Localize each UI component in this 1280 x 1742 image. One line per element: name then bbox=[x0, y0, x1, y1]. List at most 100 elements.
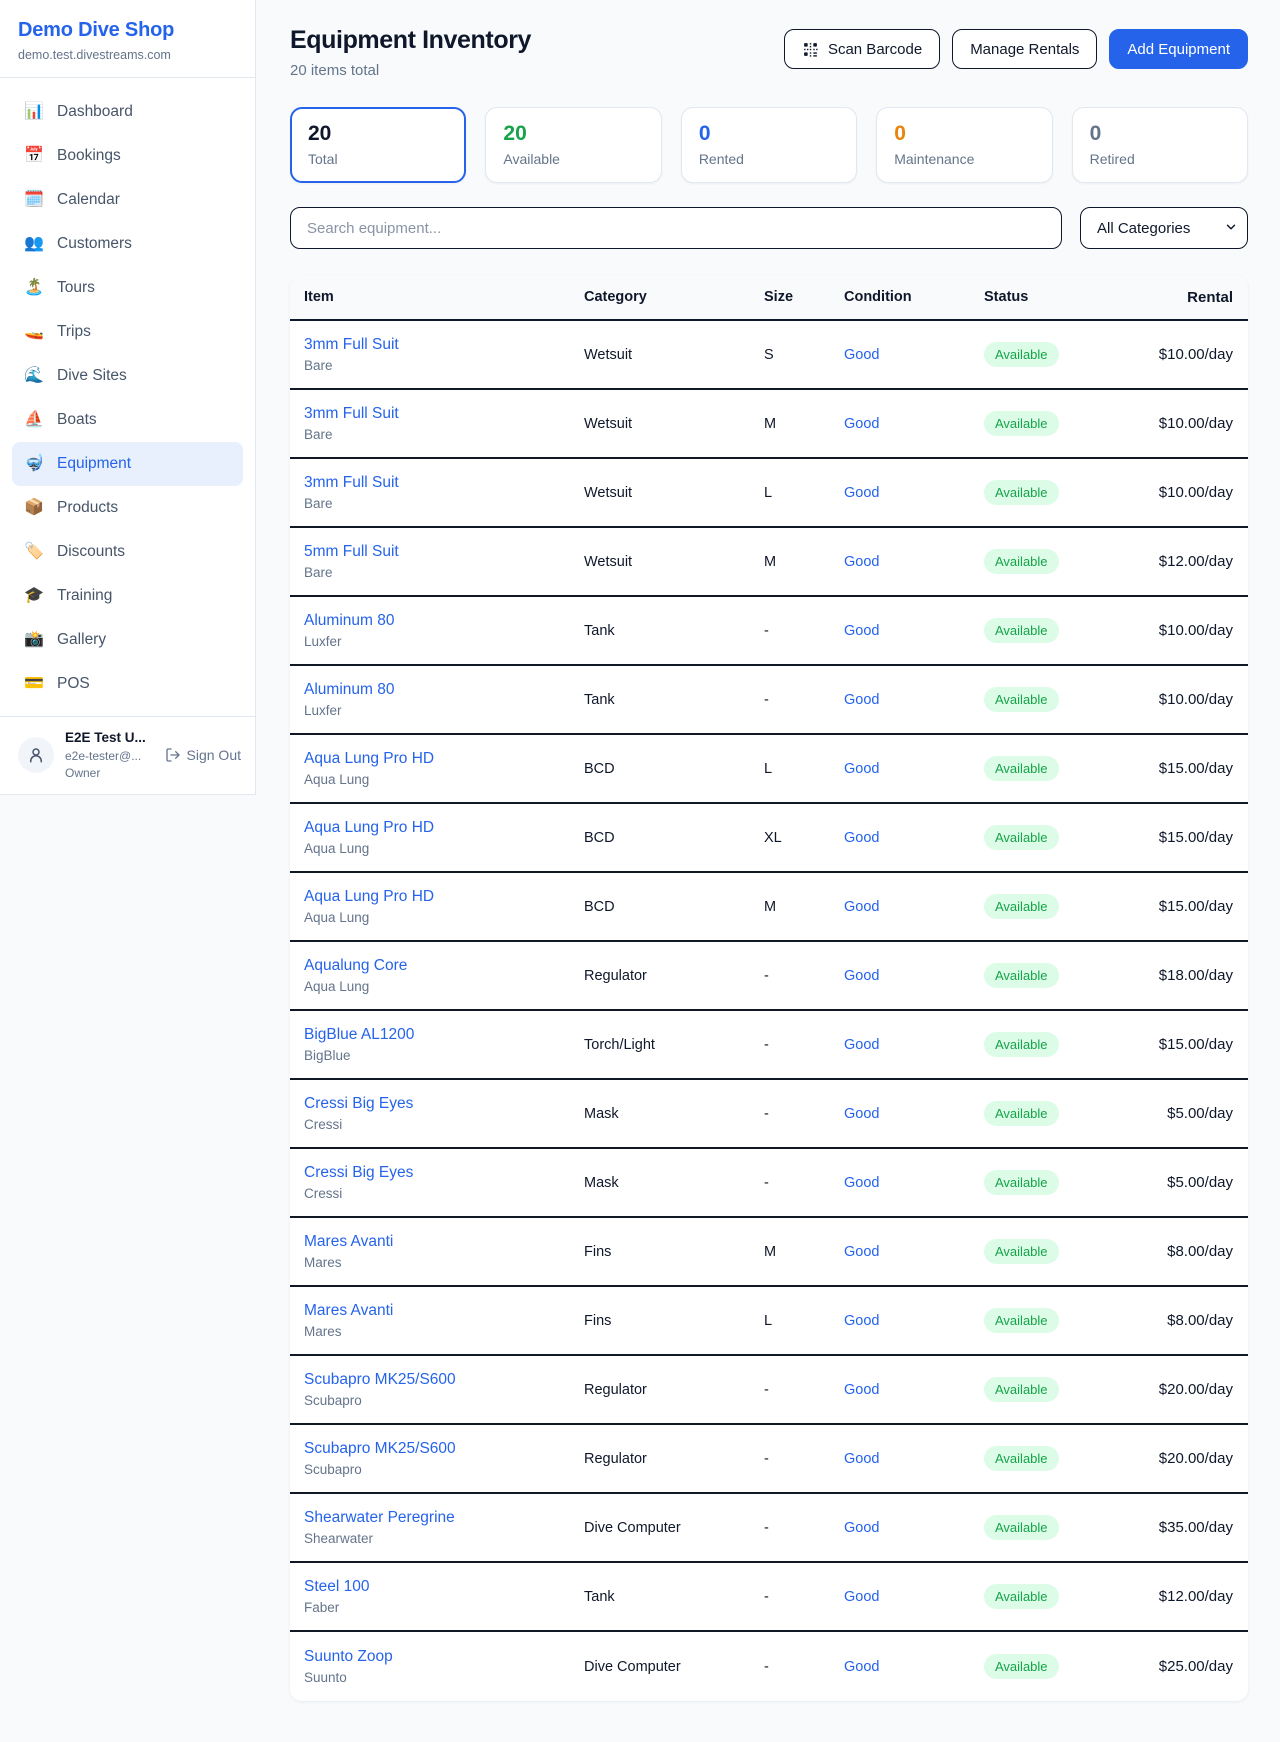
table-row: Shearwater Peregrine Shearwater Dive Com… bbox=[290, 1494, 1248, 1563]
item-name-link[interactable]: 3mm Full Suit bbox=[304, 474, 584, 492]
condition-link[interactable]: Good bbox=[844, 1451, 879, 1467]
sidebar-item-customers[interactable]: 👥 Customers bbox=[12, 222, 243, 266]
item-brand: BigBlue bbox=[304, 1048, 584, 1063]
status-badge: Available bbox=[984, 1032, 1059, 1057]
status-badge: Available bbox=[984, 342, 1059, 367]
item-name-link[interactable]: Shearwater Peregrine bbox=[304, 1509, 584, 1527]
sign-out-button[interactable]: Sign Out bbox=[165, 747, 241, 763]
table-row: 3mm Full Suit Bare Wetsuit S Good Availa… bbox=[290, 321, 1248, 390]
condition-link[interactable]: Good bbox=[844, 1659, 879, 1675]
item-brand: Cressi bbox=[304, 1117, 584, 1132]
status-badge: Available bbox=[984, 1170, 1059, 1195]
item-name-link[interactable]: Cressi Big Eyes bbox=[304, 1095, 584, 1113]
sidebar-item-products[interactable]: 📦 Products bbox=[12, 486, 243, 530]
item-name-link[interactable]: Aluminum 80 bbox=[304, 612, 584, 630]
condition-link[interactable]: Good bbox=[844, 830, 879, 846]
logout-icon bbox=[165, 747, 181, 763]
sidebar-item-equipment[interactable]: 🤿 Equipment bbox=[12, 442, 243, 486]
condition-link[interactable]: Good bbox=[844, 1520, 879, 1536]
sidebar-item-trips[interactable]: 🚤 Trips bbox=[12, 310, 243, 354]
add-equipment-button[interactable]: Add Equipment bbox=[1109, 29, 1248, 69]
item-category: Dive Computer bbox=[584, 1659, 764, 1675]
rental-price: $8.00/day bbox=[1139, 1243, 1233, 1260]
sidebar: Demo Dive Shop demo.test.divestreams.com… bbox=[0, 0, 256, 795]
sidebar-item-training[interactable]: 🎓 Training bbox=[12, 574, 243, 618]
condition-link[interactable]: Good bbox=[844, 623, 879, 639]
condition-link[interactable]: Good bbox=[844, 1175, 879, 1191]
scan-barcode-button[interactable]: Scan Barcode bbox=[784, 29, 940, 69]
condition-link[interactable]: Good bbox=[844, 968, 879, 984]
status-badge: Available bbox=[984, 1654, 1059, 1679]
equipment-table: Item Category Size Condition Status Rent… bbox=[290, 275, 1248, 1701]
item-name-link[interactable]: Steel 100 bbox=[304, 1578, 584, 1596]
item-name-link[interactable]: 3mm Full Suit bbox=[304, 405, 584, 423]
item-size: - bbox=[764, 1106, 844, 1122]
stat-card-total[interactable]: 20 Total bbox=[290, 107, 466, 183]
condition-link[interactable]: Good bbox=[844, 761, 879, 777]
item-name-link[interactable]: BigBlue AL1200 bbox=[304, 1026, 584, 1044]
item-name-link[interactable]: Aqua Lung Pro HD bbox=[304, 888, 584, 906]
col-header-condition: Condition bbox=[844, 289, 984, 305]
tours-icon: 🏝️ bbox=[24, 280, 44, 296]
stat-card-retired[interactable]: 0 Retired bbox=[1072, 107, 1248, 183]
condition-link[interactable]: Good bbox=[844, 1382, 879, 1398]
manage-rentals-button[interactable]: Manage Rentals bbox=[952, 29, 1097, 69]
rental-price: $15.00/day bbox=[1139, 1036, 1233, 1053]
condition-link[interactable]: Good bbox=[844, 692, 879, 708]
item-name-link[interactable]: Suunto Zoop bbox=[304, 1648, 584, 1666]
sidebar-item-tours[interactable]: 🏝️ Tours bbox=[12, 266, 243, 310]
condition-link[interactable]: Good bbox=[844, 1106, 879, 1122]
item-category: BCD bbox=[584, 830, 764, 846]
stat-card-maintenance[interactable]: 0 Maintenance bbox=[876, 107, 1052, 183]
condition-link[interactable]: Good bbox=[844, 416, 879, 432]
item-name-link[interactable]: Aqualung Core bbox=[304, 957, 584, 975]
item-category: Wetsuit bbox=[584, 485, 764, 501]
search-input[interactable] bbox=[290, 207, 1062, 249]
item-name-link[interactable]: Aluminum 80 bbox=[304, 681, 584, 699]
sidebar-item-dive-sites[interactable]: 🌊 Dive Sites bbox=[12, 354, 243, 398]
rental-price: $18.00/day bbox=[1139, 967, 1233, 984]
table-row: Mares Avanti Mares Fins M Good Available… bbox=[290, 1218, 1248, 1287]
item-name-link[interactable]: Mares Avanti bbox=[304, 1233, 584, 1251]
status-badge: Available bbox=[984, 1584, 1059, 1609]
item-name-link[interactable]: Cressi Big Eyes bbox=[304, 1164, 584, 1182]
item-brand: Bare bbox=[304, 358, 584, 373]
sidebar-item-pos[interactable]: 💳 POS bbox=[12, 662, 243, 706]
condition-link[interactable]: Good bbox=[844, 1313, 879, 1329]
user-role: Owner bbox=[65, 766, 146, 781]
sidebar-item-discounts[interactable]: 🏷️ Discounts bbox=[12, 530, 243, 574]
item-name-link[interactable]: Aqua Lung Pro HD bbox=[304, 750, 584, 768]
condition-link[interactable]: Good bbox=[844, 1244, 879, 1260]
condition-link[interactable]: Good bbox=[844, 485, 879, 501]
condition-link[interactable]: Good bbox=[844, 554, 879, 570]
item-name-link[interactable]: 3mm Full Suit bbox=[304, 336, 584, 354]
sidebar-item-dashboard[interactable]: 📊 Dashboard bbox=[12, 90, 243, 134]
col-header-status: Status bbox=[984, 289, 1139, 305]
category-select[interactable]: All Categories bbox=[1080, 207, 1248, 249]
item-category: BCD bbox=[584, 899, 764, 915]
item-name-link[interactable]: Scubapro MK25/S600 bbox=[304, 1440, 584, 1458]
stat-value: 0 bbox=[699, 122, 839, 146]
item-name-link[interactable]: Mares Avanti bbox=[304, 1302, 584, 1320]
condition-link[interactable]: Good bbox=[844, 899, 879, 915]
discounts-icon: 🏷️ bbox=[24, 544, 44, 560]
item-name-link[interactable]: Aqua Lung Pro HD bbox=[304, 819, 584, 837]
stat-card-available[interactable]: 20 Available bbox=[485, 107, 661, 183]
table-row: Cressi Big Eyes Cressi Mask - Good Avail… bbox=[290, 1080, 1248, 1149]
item-category: Fins bbox=[584, 1313, 764, 1329]
item-name-link[interactable]: 5mm Full Suit bbox=[304, 543, 584, 561]
item-category: Regulator bbox=[584, 1382, 764, 1398]
sidebar-item-boats[interactable]: ⛵ Boats bbox=[12, 398, 243, 442]
item-size: M bbox=[764, 899, 844, 915]
condition-link[interactable]: Good bbox=[844, 1589, 879, 1605]
stat-card-rented[interactable]: 0 Rented bbox=[681, 107, 857, 183]
item-category: Wetsuit bbox=[584, 554, 764, 570]
sidebar-item-gallery[interactable]: 📸 Gallery bbox=[12, 618, 243, 662]
sidebar-item-bookings[interactable]: 📅 Bookings bbox=[12, 134, 243, 178]
condition-link[interactable]: Good bbox=[844, 347, 879, 363]
item-name-link[interactable]: Scubapro MK25/S600 bbox=[304, 1371, 584, 1389]
condition-link[interactable]: Good bbox=[844, 1037, 879, 1053]
sidebar-item-calendar[interactable]: 🗓️ Calendar bbox=[12, 178, 243, 222]
trips-icon: 🚤 bbox=[24, 324, 44, 340]
item-brand: Scubapro bbox=[304, 1393, 584, 1408]
